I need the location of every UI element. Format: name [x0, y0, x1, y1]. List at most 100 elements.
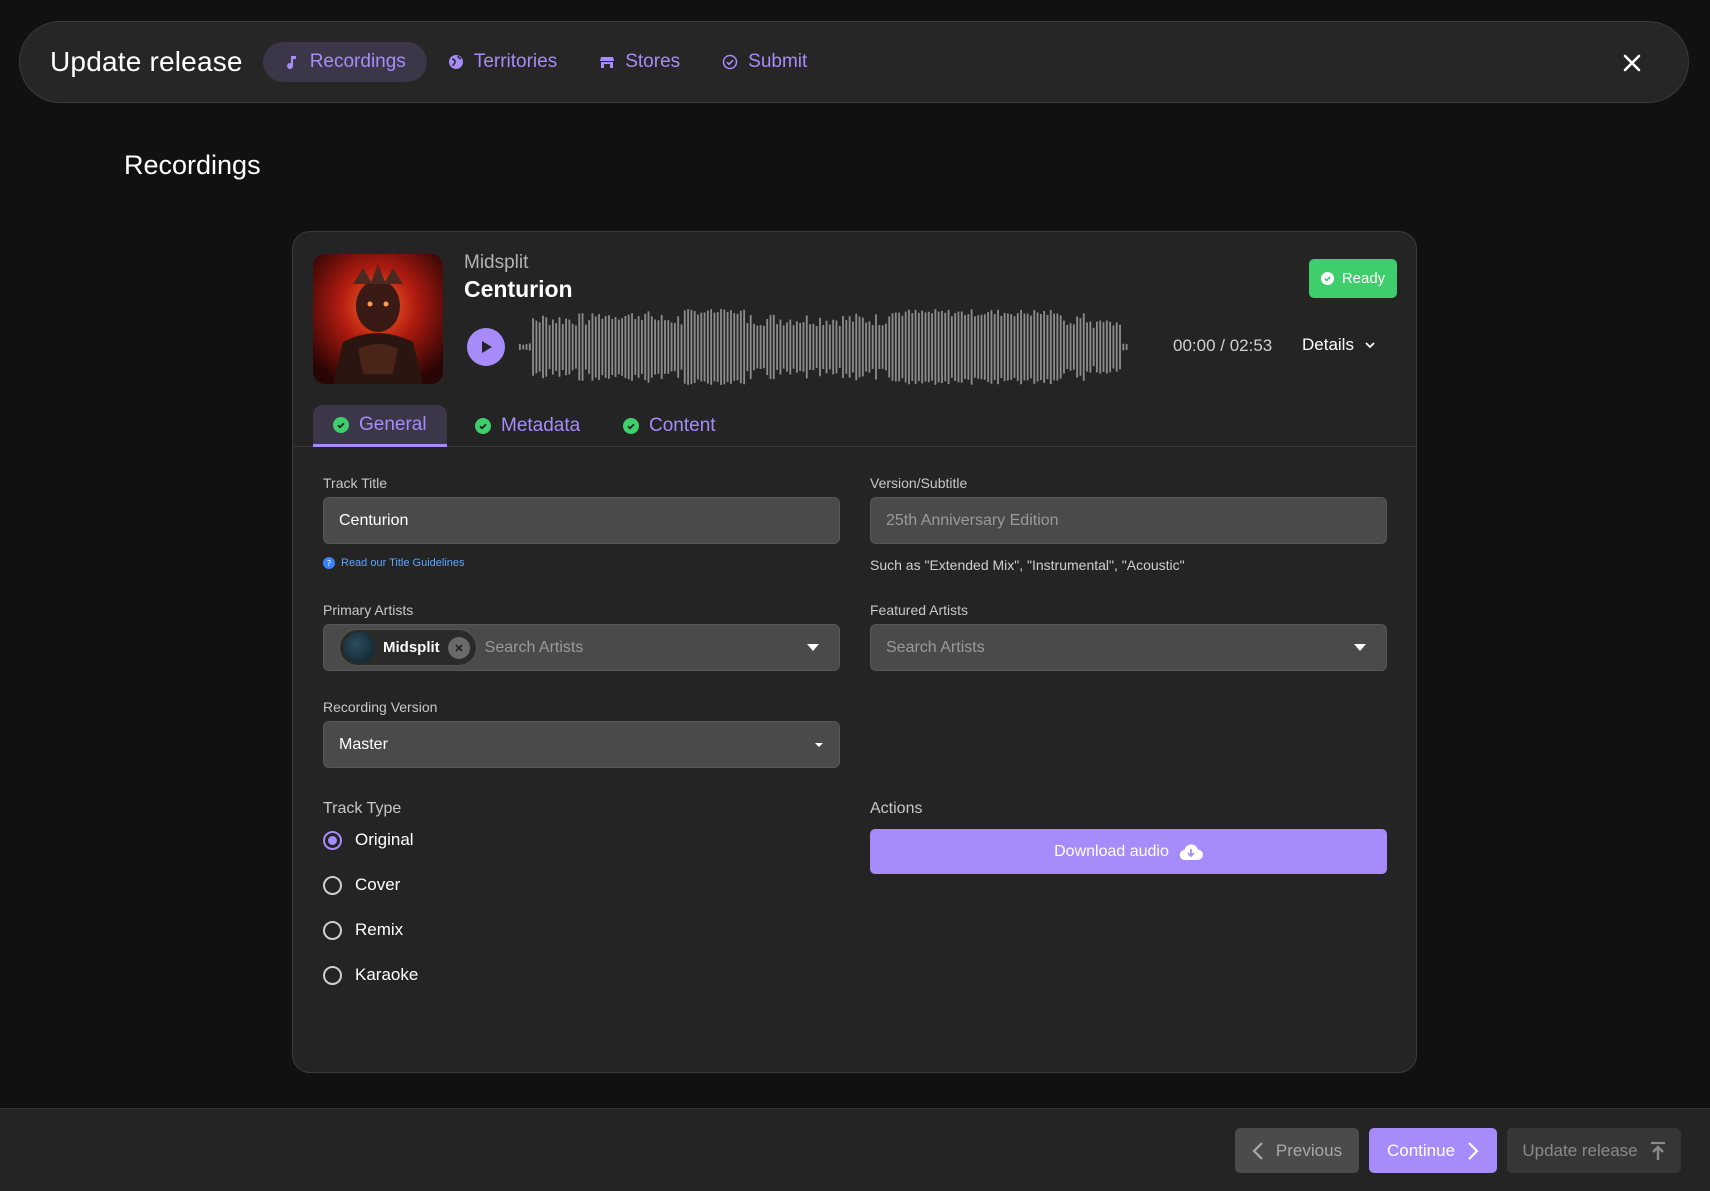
- waveform-bar: [746, 323, 749, 371]
- tab-submit-label: Submit: [748, 51, 808, 72]
- title-guidelines-link[interactable]: ? Read our Title Guidelines: [323, 557, 465, 569]
- radio-button[interactable]: [323, 830, 342, 850]
- tab-content-label: Content: [649, 415, 716, 436]
- waveform-bar: [776, 324, 778, 370]
- waveform-bar: [974, 316, 976, 378]
- waveform-bar: [1020, 309, 1022, 385]
- waveform-bar: [1049, 309, 1052, 385]
- waveform-bar: [631, 313, 633, 381]
- radio-remix[interactable]: Remix: [323, 920, 403, 940]
- waveform-bar: [713, 312, 716, 382]
- waveform-bar: [1036, 312, 1039, 382]
- check-circle-icon: [475, 418, 491, 434]
- radio-karaoke[interactable]: Karaoke: [323, 965, 418, 985]
- waveform-bar: [855, 313, 858, 381]
- tab-territories[interactable]: Territories: [427, 42, 578, 82]
- primary-artists-select[interactable]: Midsplit Search Artists: [323, 624, 840, 671]
- title-guidelines-text: Read our Title Guidelines: [341, 557, 465, 569]
- recording-version-value: Master: [339, 735, 388, 753]
- waveform-bar: [786, 322, 788, 372]
- waveform-bar: [664, 320, 666, 374]
- waveform-bar: [894, 312, 897, 382]
- tab-recordings[interactable]: Recordings: [262, 42, 427, 82]
- waveform-bar: [891, 313, 894, 381]
- waveform-bar: [571, 323, 574, 371]
- cover-art-image: [313, 254, 443, 384]
- check-circle-icon: [722, 54, 738, 70]
- previous-label: Previous: [1275, 1140, 1343, 1160]
- waveform-bar: [852, 321, 854, 373]
- waveform-bar: [627, 314, 630, 380]
- tab-territories-label: Territories: [473, 51, 558, 72]
- waveform-bar: [878, 325, 881, 369]
- waveform-bar: [624, 315, 627, 379]
- waveform-bar: [542, 315, 544, 379]
- waveform-bar: [888, 316, 891, 378]
- play-button[interactable]: [467, 328, 505, 366]
- update-release-label: Update release: [1522, 1140, 1638, 1160]
- waveform-bar: [1082, 313, 1085, 381]
- waveform-bar: [535, 320, 538, 374]
- artist-chip: Midsplit: [339, 629, 477, 666]
- caret-down-icon: [1354, 644, 1366, 651]
- recording-version-select[interactable]: Master: [323, 721, 840, 768]
- waveform-bar: [604, 316, 607, 378]
- waveform-bar: [832, 319, 835, 375]
- audio-waveform[interactable]: [519, 306, 1439, 388]
- waveform-bar: [954, 313, 957, 381]
- waveform-bar: [538, 322, 541, 372]
- waveform-bar: [848, 316, 851, 378]
- continue-button[interactable]: Continue: [1369, 1128, 1497, 1173]
- cloud-download-icon: [1179, 843, 1203, 860]
- radio-cover-label: Cover: [355, 875, 401, 894]
- version-label: Version/Subtitle: [870, 475, 968, 491]
- page-title: Recordings: [124, 150, 261, 180]
- waveform-bar: [594, 316, 597, 378]
- radio-button[interactable]: [323, 920, 342, 940]
- tab-general-label: General: [359, 413, 427, 435]
- track-title-input[interactable]: Centurion: [323, 497, 840, 544]
- tab-content[interactable]: Content: [603, 405, 736, 447]
- waveform-bar: [591, 313, 594, 381]
- waveform-bar: [835, 320, 838, 374]
- store-icon: [600, 57, 615, 68]
- tab-general[interactable]: General: [313, 405, 447, 447]
- waveform-bar: [693, 311, 696, 383]
- chevron-right-icon: [1468, 1141, 1479, 1160]
- waveform-bar: [944, 312, 947, 382]
- waveform-bar: [1046, 314, 1049, 380]
- primary-artists-label: Primary Artists: [323, 602, 414, 618]
- waveform-bar: [957, 311, 960, 383]
- update-release-button[interactable]: Update release: [1507, 1128, 1681, 1173]
- radio-button[interactable]: [323, 875, 342, 895]
- radio-original[interactable]: Original: [323, 830, 414, 850]
- waveform-bar: [898, 312, 900, 382]
- tab-metadata[interactable]: Metadata: [455, 405, 600, 447]
- radio-button[interactable]: [323, 965, 342, 985]
- tab-stores[interactable]: Stores: [578, 42, 701, 82]
- close-button[interactable]: [1618, 49, 1646, 77]
- radio-cover[interactable]: Cover: [323, 875, 400, 895]
- version-input[interactable]: 25th Anniversary Edition: [870, 497, 1387, 544]
- waveform-bar: [710, 309, 713, 385]
- tab-metadata-label: Metadata: [501, 415, 581, 436]
- previous-button[interactable]: Previous: [1235, 1128, 1359, 1173]
- waveform-bar: [736, 313, 739, 381]
- waveform-bar: [641, 319, 643, 375]
- tab-submit[interactable]: Submit: [701, 42, 828, 82]
- featured-artists-select[interactable]: Search Artists: [870, 624, 1387, 671]
- waveform-bar: [1115, 322, 1118, 372]
- continue-label: Continue: [1386, 1140, 1456, 1160]
- waveform-bar: [809, 324, 811, 370]
- waveform-bar: [772, 314, 775, 380]
- waveform-bar: [528, 343, 531, 351]
- chevron-down-icon: [1365, 342, 1375, 349]
- waveform-bar: [1099, 320, 1102, 374]
- waveform-bar: [1010, 314, 1013, 380]
- details-toggle[interactable]: Details: [1302, 335, 1376, 355]
- waveform-bar: [964, 315, 966, 379]
- remove-artist-button[interactable]: [447, 636, 470, 659]
- waveform-bar: [828, 324, 831, 370]
- download-audio-button[interactable]: Download audio: [870, 829, 1387, 874]
- recording-tabs: General Metadata Content: [293, 405, 1416, 447]
